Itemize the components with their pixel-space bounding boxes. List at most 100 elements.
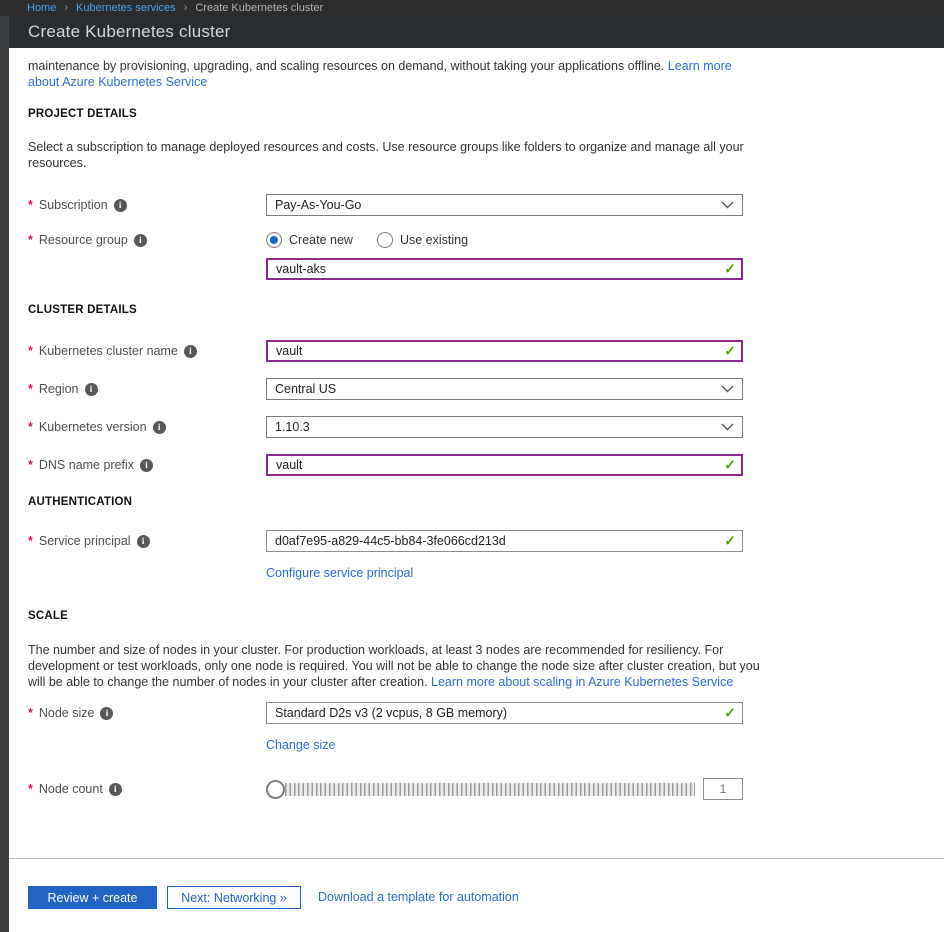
info-icon[interactable]: i bbox=[109, 783, 122, 796]
breadcrumb-separator-icon: › bbox=[184, 3, 188, 14]
info-icon[interactable]: i bbox=[184, 345, 197, 358]
cluster-name-input[interactable] bbox=[266, 340, 743, 362]
region-row: * Region i Central US bbox=[28, 378, 944, 400]
node-count-label: * Node count i bbox=[28, 782, 266, 796]
subscription-selected-value: Pay-As-You-Go bbox=[275, 198, 361, 212]
radio-create-new-label: Create new bbox=[289, 233, 353, 247]
cluster-name-label: * Kubernetes cluster name i bbox=[28, 344, 266, 358]
intro-paragraph: maintenance by provisioning, upgrading, … bbox=[28, 58, 750, 90]
radio-use-existing[interactable]: Use existing bbox=[377, 232, 468, 248]
node-count-slider bbox=[266, 778, 743, 800]
radio-use-existing-label: Use existing bbox=[400, 233, 468, 247]
required-asterisk: * bbox=[28, 382, 33, 396]
required-asterisk: * bbox=[28, 534, 33, 548]
resource-group-label: * Resource group i bbox=[28, 233, 266, 247]
cluster-details-heading: CLUSTER DETAILS bbox=[28, 304, 944, 316]
required-asterisk: * bbox=[28, 458, 33, 472]
breadcrumb-item-current: Create Kubernetes cluster bbox=[195, 2, 323, 14]
download-template-link[interactable]: Download a template for automation bbox=[318, 886, 519, 909]
node-count-input[interactable] bbox=[703, 778, 743, 800]
kubernetes-version-label-text: Kubernetes version bbox=[39, 420, 147, 434]
required-asterisk: * bbox=[28, 706, 33, 720]
node-size-input[interactable] bbox=[266, 702, 743, 724]
configure-service-principal-link[interactable]: Configure service principal bbox=[266, 566, 743, 580]
required-asterisk: * bbox=[28, 233, 33, 247]
required-asterisk: * bbox=[28, 420, 33, 434]
subscription-dropdown[interactable]: Pay-As-You-Go bbox=[266, 194, 743, 216]
node-count-label-text: Node count bbox=[39, 782, 103, 796]
info-icon[interactable]: i bbox=[140, 459, 153, 472]
resource-group-name-row: ✓ bbox=[28, 258, 944, 280]
required-asterisk: * bbox=[28, 344, 33, 358]
service-principal-field: ✓ bbox=[266, 530, 743, 552]
info-icon[interactable]: i bbox=[114, 199, 127, 212]
resource-group-name-input[interactable] bbox=[266, 258, 743, 280]
scale-heading: SCALE bbox=[28, 610, 944, 622]
region-dropdown[interactable]: Central US bbox=[266, 378, 743, 400]
authentication-heading: AUTHENTICATION bbox=[28, 496, 944, 508]
info-icon[interactable]: i bbox=[134, 234, 147, 247]
radio-unselected-icon bbox=[377, 232, 393, 248]
subscription-label-text: Subscription bbox=[39, 198, 108, 212]
info-icon[interactable]: i bbox=[153, 421, 166, 434]
blade-titlebar: Create Kubernetes cluster bbox=[9, 16, 944, 48]
info-icon[interactable]: i bbox=[137, 535, 150, 548]
chevron-down-icon bbox=[721, 385, 734, 393]
info-icon[interactable]: i bbox=[85, 383, 98, 396]
change-size-row: Change size bbox=[28, 738, 944, 752]
blade-content: maintenance by provisioning, upgrading, … bbox=[9, 48, 944, 858]
node-size-row: * Node size i ✓ bbox=[28, 702, 944, 724]
region-selected-value: Central US bbox=[275, 382, 336, 396]
next-networking-button[interactable]: Next: Networking » bbox=[167, 886, 301, 909]
breadcrumb-item-home[interactable]: Home bbox=[27, 2, 56, 14]
kubernetes-version-selected-value: 1.10.3 bbox=[275, 420, 310, 434]
subscription-row: * Subscription i Pay-As-You-Go bbox=[28, 194, 944, 216]
project-details-heading: PROJECT DETAILS bbox=[28, 108, 944, 120]
create-kubernetes-cluster-blade: Create Kubernetes cluster maintenance by… bbox=[9, 16, 944, 932]
resource-group-radio-group: Create new Use existing bbox=[266, 232, 743, 248]
region-label: * Region i bbox=[28, 382, 266, 396]
node-count-row: * Node count i bbox=[28, 778, 944, 800]
region-label-text: Region bbox=[39, 382, 79, 396]
project-details-description: Select a subscription to manage deployed… bbox=[28, 139, 748, 171]
page-title: Create Kubernetes cluster bbox=[28, 22, 231, 42]
service-principal-input[interactable] bbox=[266, 530, 743, 552]
breadcrumb-separator-icon: › bbox=[64, 3, 68, 14]
breadcrumb-item-kubernetes-services[interactable]: Kubernetes services bbox=[76, 2, 176, 14]
change-size-link[interactable]: Change size bbox=[266, 738, 743, 752]
scale-description: The number and size of nodes in your clu… bbox=[28, 642, 768, 690]
breadcrumb: Home › Kubernetes services › Create Kube… bbox=[0, 0, 944, 16]
resource-group-label-text: Resource group bbox=[39, 233, 128, 247]
intro-text: maintenance by provisioning, upgrading, … bbox=[28, 59, 664, 73]
kubernetes-version-label: * Kubernetes version i bbox=[28, 420, 266, 434]
dns-prefix-row: * DNS name prefix i ✓ bbox=[28, 454, 944, 476]
subscription-label: * Subscription i bbox=[28, 198, 266, 212]
slider-handle[interactable] bbox=[266, 780, 285, 799]
resource-group-row: * Resource group i Create new Use existi… bbox=[28, 232, 944, 248]
dns-prefix-label-text: DNS name prefix bbox=[39, 458, 134, 472]
required-asterisk: * bbox=[28, 198, 33, 212]
dns-prefix-field: ✓ bbox=[266, 454, 743, 476]
slider-track[interactable] bbox=[285, 783, 695, 796]
required-asterisk: * bbox=[28, 782, 33, 796]
node-size-field: ✓ bbox=[266, 702, 743, 724]
cluster-name-row: * Kubernetes cluster name i ✓ bbox=[28, 340, 944, 362]
chevron-down-icon bbox=[721, 423, 734, 431]
blade-footer: Review + create Next: Networking » Downl… bbox=[9, 858, 944, 932]
learn-more-scaling-link[interactable]: Learn more about scaling in Azure Kubern… bbox=[431, 675, 733, 689]
radio-create-new[interactable]: Create new bbox=[266, 232, 353, 248]
cluster-name-label-text: Kubernetes cluster name bbox=[39, 344, 178, 358]
service-principal-row: * Service principal i ✓ bbox=[28, 530, 944, 552]
node-size-label-text: Node size bbox=[39, 706, 95, 720]
cluster-name-field: ✓ bbox=[266, 340, 743, 362]
review-create-button[interactable]: Review + create bbox=[28, 886, 157, 909]
info-icon[interactable]: i bbox=[100, 707, 113, 720]
kubernetes-version-row: * Kubernetes version i 1.10.3 bbox=[28, 416, 944, 438]
chevron-down-icon bbox=[721, 201, 734, 209]
node-size-label: * Node size i bbox=[28, 706, 266, 720]
dns-prefix-input[interactable] bbox=[266, 454, 743, 476]
dns-prefix-label: * DNS name prefix i bbox=[28, 458, 266, 472]
configure-service-principal-row: Configure service principal bbox=[28, 566, 944, 580]
kubernetes-version-dropdown[interactable]: 1.10.3 bbox=[266, 416, 743, 438]
radio-selected-icon bbox=[266, 232, 282, 248]
